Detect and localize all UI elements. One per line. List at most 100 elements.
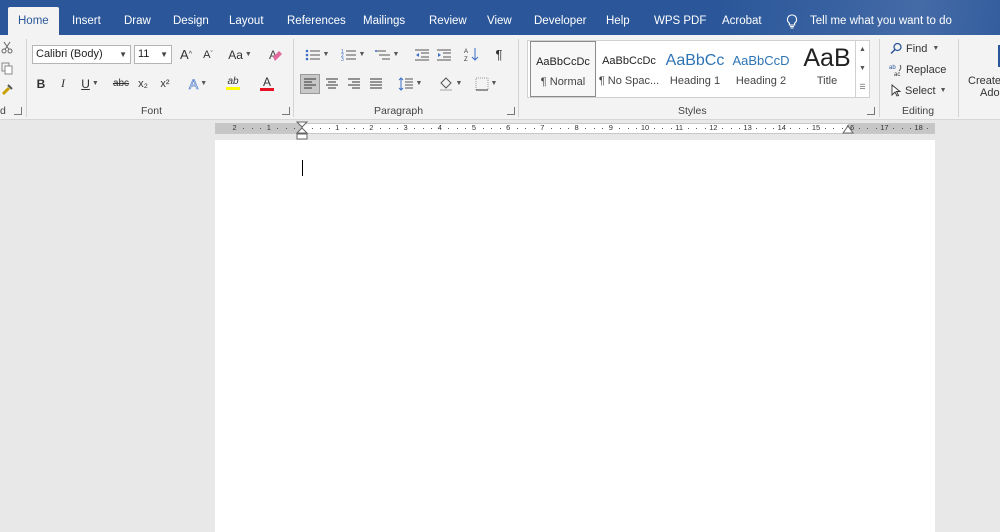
align-left-button[interactable]	[300, 74, 320, 94]
scroll-up-icon[interactable]: ▲	[856, 40, 869, 59]
shading-button[interactable]: ▼	[435, 74, 465, 93]
shrink-font-button[interactable]: Aˇ	[199, 45, 217, 64]
underline-button[interactable]: U ▼	[77, 74, 103, 93]
superscript-button[interactable]: x²	[157, 74, 173, 93]
adobe-line2: Ado	[980, 87, 1000, 99]
tab-help[interactable]: Help	[606, 0, 630, 35]
style-title[interactable]: AaB Title	[794, 41, 860, 97]
grow-font-button[interactable]: A ^	[177, 45, 195, 64]
multilevel-list-button[interactable]: ▼	[372, 45, 402, 64]
cut-icon[interactable]	[0, 39, 14, 55]
strikethrough-button[interactable]: abc	[110, 74, 132, 93]
select-button[interactable]: Select ▼	[891, 82, 949, 99]
right-indent-marker[interactable]	[842, 125, 854, 135]
style-heading-1[interactable]: AaBbCc Heading 1	[662, 41, 728, 97]
svg-text:A: A	[464, 49, 468, 55]
style-name: Heading 1	[669, 75, 721, 87]
tab-draw[interactable]: Draw	[124, 0, 151, 35]
ruler-tick	[320, 128, 322, 129]
tab-mailings[interactable]: Mailings	[363, 0, 405, 35]
tab-view[interactable]: View	[487, 0, 512, 35]
style-preview: AaBbCcD	[732, 53, 790, 68]
tab-developer[interactable]: Developer	[534, 0, 586, 35]
ruler-number: 17	[880, 123, 889, 132]
chevron-down-icon: ▼	[91, 80, 99, 87]
tab-references[interactable]: References	[287, 0, 346, 35]
tab-acrobat[interactable]: Acrobat	[722, 0, 762, 35]
ruler-tick	[875, 128, 877, 129]
style-no-spacing[interactable]: AaBbCcDc ¶ No Spac...	[596, 41, 662, 97]
ruler-tick	[756, 128, 758, 129]
ruler-tick	[465, 128, 467, 129]
clipboard-dialog-launcher[interactable]	[14, 107, 22, 115]
tab-review[interactable]: Review	[429, 0, 467, 35]
font-group-label: Font	[141, 105, 163, 117]
grow-font-label: A	[180, 47, 189, 62]
ruler-number: 12	[709, 123, 718, 132]
sort-button[interactable]: AZ	[463, 45, 481, 64]
bullets-button[interactable]: ▼	[302, 45, 332, 64]
tab-insert[interactable]: Insert	[72, 0, 101, 35]
highlight-color-bar	[226, 87, 240, 90]
decrease-indent-icon	[415, 49, 429, 60]
align-center-button[interactable]	[323, 74, 341, 93]
font-size-combo[interactable]: 11 ▼	[134, 45, 172, 64]
find-button[interactable]: Find ▼	[890, 40, 948, 57]
style-heading-2[interactable]: AaBbCcD Heading 2	[728, 41, 794, 97]
ruler-tick	[431, 128, 433, 129]
line-spacing-button[interactable]: ▼	[395, 74, 425, 93]
subscript-button[interactable]: x₂	[135, 74, 151, 93]
format-painter-icon[interactable]	[0, 81, 14, 97]
highlight-label: ab	[227, 76, 239, 87]
ruler-tick	[525, 128, 527, 129]
italic-button[interactable]: I	[55, 74, 71, 93]
first-line-indent-marker[interactable]	[296, 121, 308, 141]
ruler-tick	[354, 128, 356, 129]
chevron-down-icon: ▼	[160, 50, 168, 59]
font-dialog-launcher[interactable]	[282, 107, 290, 115]
decrease-indent-button[interactable]	[413, 45, 431, 64]
align-right-button[interactable]	[345, 74, 363, 93]
tab-layout[interactable]: Layout	[229, 0, 264, 35]
ruler-number: 7	[540, 123, 545, 132]
style-name: Heading 2	[735, 75, 787, 87]
ruler-tick	[602, 128, 604, 129]
increase-indent-button[interactable]	[435, 45, 453, 64]
ribbon-tab-bar: Home Insert Draw Design Layout Reference…	[0, 0, 1000, 35]
styles-dialog-launcher[interactable]	[867, 107, 875, 115]
ruler-tick	[662, 128, 664, 129]
numbering-button[interactable]: 1 2 3 ▼	[338, 45, 368, 64]
style-normal[interactable]: AaBbCcDc ¶ Normal	[530, 41, 596, 97]
show-formatting-marks-button[interactable]: ¶	[490, 45, 508, 64]
tell-me-search[interactable]: Tell me what you want to do	[786, 0, 952, 35]
ruler-tick	[653, 128, 655, 129]
borders-button[interactable]: ▼	[471, 74, 501, 93]
ruler-tick	[704, 128, 706, 129]
change-case-button[interactable]: Aa ▼	[224, 45, 256, 64]
font-family-combo[interactable]: Calibri (Body) ▼	[32, 45, 131, 64]
scroll-down-icon[interactable]: ▼	[856, 59, 869, 78]
create-adobe-pdf-button[interactable]: Create Ado	[965, 39, 1000, 105]
horizontal-ruler[interactable]: 2 1 1 2 3 4 5 6 7 8 9 10 11 12 13 14 15 16 17 18	[215, 123, 935, 134]
style-preview: AaBbCcDc	[602, 55, 656, 67]
justify-button[interactable]	[367, 74, 385, 93]
gallery-more-icon[interactable]: ☰	[856, 78, 869, 97]
replace-button[interactable]: ab ac Replace	[889, 61, 949, 78]
tab-home[interactable]: Home	[8, 7, 59, 35]
ruler-number: 1	[266, 123, 271, 132]
copy-icon[interactable]	[0, 60, 14, 76]
text-effects-button[interactable]: A ▼	[184, 74, 212, 93]
paragraph-dialog-launcher[interactable]	[507, 107, 515, 115]
bold-button[interactable]: B	[33, 74, 49, 93]
tab-design[interactable]: Design	[173, 0, 209, 35]
highlight-button[interactable]: ab	[218, 74, 248, 93]
ruler-number: 2	[369, 123, 374, 132]
tab-wps-pdf[interactable]: WPS PDF	[654, 0, 706, 35]
group-separator	[26, 39, 27, 117]
text-effects-label: A	[188, 75, 199, 92]
font-color-button[interactable]: A	[252, 74, 282, 93]
increase-indent-icon	[437, 49, 451, 60]
document-page[interactable]	[215, 140, 935, 532]
ruler-tick	[773, 128, 775, 129]
clear-formatting-button[interactable]: A	[266, 45, 286, 64]
